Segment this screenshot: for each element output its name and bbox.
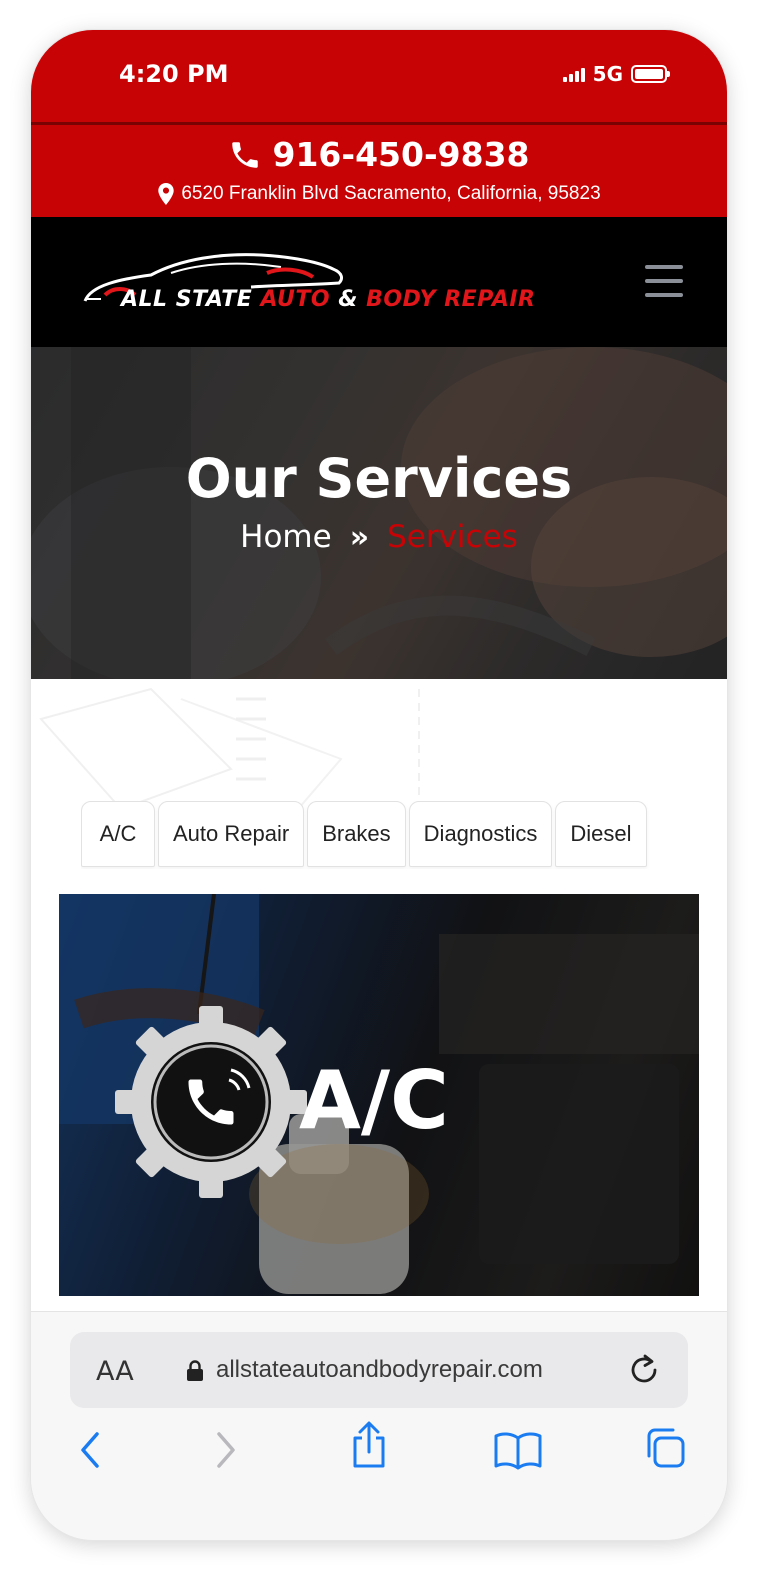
breadcrumb-current: Services bbox=[387, 519, 518, 555]
logo-text-auto: AUTO bbox=[260, 287, 339, 312]
logo-text-all-state: ALL STATE bbox=[121, 287, 261, 312]
network-label: 5G bbox=[592, 62, 623, 86]
contact-bar: 916-450-9838 6520 Franklin Blvd Sacramen… bbox=[31, 125, 727, 217]
breadcrumb: Home » Services bbox=[31, 519, 727, 555]
service-tabs: A/C Auto Repair Brakes Diagnostics Diese… bbox=[81, 801, 677, 869]
browser-toolbar: AA allstateautoandbodyrepair.com bbox=[31, 1311, 727, 1540]
navbar: ALL STATE AUTO & BODY REPAIR bbox=[31, 217, 727, 347]
tab-brakes[interactable]: Brakes bbox=[307, 801, 406, 867]
logo-text-ampersand: & bbox=[338, 287, 367, 312]
phone-link[interactable]: 916-450-9838 bbox=[31, 135, 727, 174]
tab-ac[interactable]: A/C bbox=[81, 801, 155, 867]
back-icon[interactable] bbox=[75, 1430, 105, 1470]
logo-text: ALL STATE AUTO & BODY REPAIR bbox=[121, 287, 535, 312]
signal-icon bbox=[562, 66, 585, 82]
hero-banner: Our Services Home » Services bbox=[31, 347, 727, 679]
double-chevron-right-icon: » bbox=[349, 519, 370, 555]
logo-text-body-repair: BODY REPAIR bbox=[366, 287, 536, 312]
phone-frame: 4:20 PM 5G 916-450-9838 6520 Franklin Bl… bbox=[31, 30, 727, 1540]
battery-icon bbox=[631, 65, 670, 83]
share-icon[interactable] bbox=[349, 1420, 389, 1470]
tab-auto-repair[interactable]: Auto Repair bbox=[158, 801, 305, 867]
gear-phone-icon bbox=[115, 1006, 307, 1198]
breadcrumb-home-link[interactable]: Home bbox=[240, 519, 332, 555]
text-size-button[interactable]: AA bbox=[96, 1356, 134, 1387]
status-bar: 4:20 PM 5G bbox=[31, 30, 727, 125]
browser-nav-toolbar bbox=[31, 1421, 727, 1490]
forward-icon[interactable] bbox=[211, 1430, 241, 1470]
page-title: Our Services bbox=[185, 447, 573, 510]
lock-icon bbox=[187, 1360, 203, 1381]
phone-number[interactable]: 916-450-9838 bbox=[272, 135, 529, 174]
tab-diagnostics[interactable]: Diagnostics bbox=[408, 801, 553, 867]
map-pin-icon bbox=[158, 183, 175, 205]
bookmarks-icon[interactable] bbox=[493, 1430, 543, 1470]
url-text[interactable]: allstateautoandbodyrepair.com bbox=[216, 1356, 543, 1384]
address-line: 6520 Franklin Blvd Sacramento, Californi… bbox=[31, 183, 727, 205]
status-indicators: 5G bbox=[562, 62, 670, 86]
tab-diesel[interactable]: Diesel bbox=[555, 801, 647, 867]
address-text: 6520 Franklin Blvd Sacramento, Californi… bbox=[181, 183, 601, 204]
reload-icon[interactable] bbox=[628, 1352, 662, 1388]
service-card: A/C bbox=[59, 894, 699, 1296]
menu-icon[interactable] bbox=[645, 265, 683, 297]
services-section: A/C Auto Repair Brakes Diagnostics Diese… bbox=[31, 679, 727, 1311]
service-card-title: A/C bbox=[299, 1054, 449, 1147]
status-time: 4:20 PM bbox=[119, 60, 229, 88]
hero-overlay bbox=[31, 347, 727, 679]
site-logo[interactable]: ALL STATE AUTO & BODY REPAIR bbox=[81, 245, 535, 325]
phone-icon bbox=[232, 141, 259, 168]
address-bar[interactable]: AA allstateautoandbodyrepair.com bbox=[70, 1332, 688, 1408]
tabs-icon[interactable] bbox=[643, 1426, 687, 1470]
